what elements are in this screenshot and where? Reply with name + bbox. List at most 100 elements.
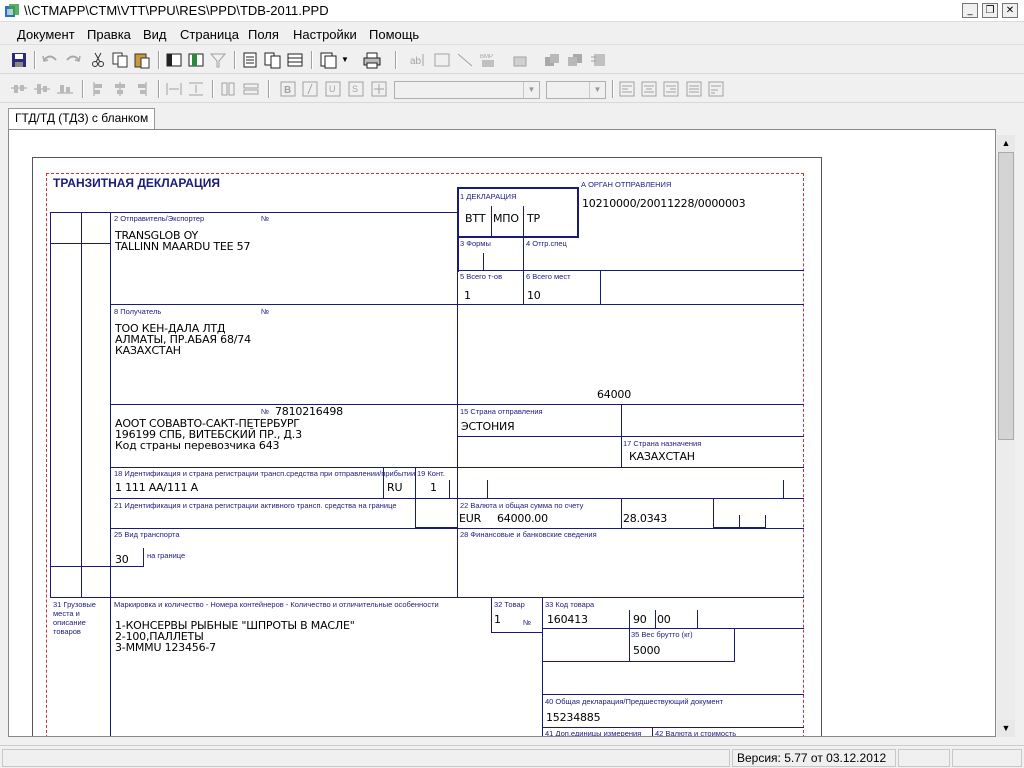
sender-line-2[interactable]: TALLINN MAARDU TEE 57 bbox=[115, 241, 250, 252]
text-align-center-icon[interactable] bbox=[639, 80, 659, 98]
tab-gtd[interactable]: ГТД/ТД (ТДЗ) с бланком bbox=[8, 108, 156, 129]
scroll-up-icon[interactable]: ▲ bbox=[997, 135, 1015, 152]
line-icon[interactable] bbox=[455, 51, 475, 69]
form-title: ТРАНЗИТНАЯ ДЕКЛАРАЦИЯ bbox=[53, 176, 220, 190]
item32-value[interactable]: 1 bbox=[494, 614, 501, 625]
minimize-button[interactable]: _ bbox=[962, 3, 978, 18]
label-items: 5 Всего т-ов bbox=[460, 272, 503, 281]
pages-icon[interactable] bbox=[262, 51, 282, 69]
gross-value[interactable]: 5000 bbox=[633, 645, 660, 656]
document-icon[interactable] bbox=[318, 51, 338, 69]
same-height-icon[interactable] bbox=[218, 80, 238, 98]
status-panel-end bbox=[952, 749, 1022, 767]
frame-icon[interactable] bbox=[369, 80, 389, 98]
restore-button[interactable]: ❐ bbox=[982, 3, 998, 18]
vehicle-value[interactable]: 1 111 АА/111 А bbox=[115, 482, 198, 493]
code-part-2[interactable]: 90 bbox=[633, 614, 647, 625]
align-left-icon[interactable] bbox=[88, 80, 108, 98]
scroll-down-icon[interactable]: ▼ bbox=[997, 720, 1015, 737]
underline-icon[interactable]: U bbox=[323, 80, 343, 98]
chevron-down-icon[interactable]: ▼ bbox=[341, 55, 349, 64]
amount-value[interactable]: 64000 bbox=[597, 389, 631, 400]
paste-icon[interactable] bbox=[132, 51, 152, 69]
page-icon[interactable] bbox=[240, 51, 260, 69]
dest-country-value[interactable]: КАЗАХСТАН bbox=[629, 451, 695, 462]
prev-doc-value[interactable]: 15234885 bbox=[546, 712, 601, 723]
strike-icon[interactable]: S bbox=[346, 80, 366, 98]
transport-value[interactable]: 30 bbox=[115, 554, 129, 565]
text-align-left-icon[interactable] bbox=[617, 80, 637, 98]
dep-country-value[interactable]: ЭСТОНИЯ bbox=[461, 421, 515, 432]
layers-icon[interactable] bbox=[588, 51, 608, 69]
filter-icon[interactable] bbox=[208, 51, 228, 69]
close-button[interactable]: ✕ bbox=[1002, 3, 1018, 18]
redo-icon[interactable] bbox=[63, 51, 83, 69]
table-icon[interactable] bbox=[285, 51, 305, 69]
cont-value[interactable]: 1 bbox=[430, 482, 437, 493]
cut-icon[interactable] bbox=[88, 51, 108, 69]
receiver-line-3[interactable]: КАЗАХСТАН bbox=[115, 345, 181, 356]
label-cost42: 42 Валюта и стоимость bbox=[655, 729, 737, 737]
align-right-icon[interactable] bbox=[132, 80, 152, 98]
title-bar: \\CTMAPP\CTM\VTT\PPU\RES\PPD\TDB-2011.PP… bbox=[0, 0, 1024, 22]
align-center-icon[interactable] bbox=[110, 80, 130, 98]
rate-value[interactable]: 28.0343 bbox=[623, 513, 667, 524]
decl-type-2[interactable]: МПО bbox=[493, 213, 519, 224]
bring-front-icon[interactable] bbox=[542, 51, 562, 69]
font-name-select[interactable]: ▼ bbox=[394, 81, 540, 99]
rectangle-icon[interactable] bbox=[432, 51, 452, 69]
menu-edit[interactable]: Правка bbox=[87, 27, 131, 42]
code-part-1[interactable]: 160413 bbox=[547, 614, 588, 625]
items-value[interactable]: 1 bbox=[464, 290, 471, 301]
label-currency: 22 Валюта и общая сумма по счету bbox=[460, 501, 584, 510]
align-middle-icon[interactable] bbox=[32, 80, 52, 98]
bitmap-icon[interactable]: BMP bbox=[478, 51, 498, 69]
print-icon[interactable] bbox=[362, 51, 382, 69]
font-size-select[interactable]: ▼ bbox=[546, 81, 606, 99]
space-horizontal-icon[interactable] bbox=[164, 80, 184, 98]
goods-line-3[interactable]: 3-MMMU 123456-7 bbox=[115, 642, 216, 653]
vehicle-country[interactable]: RU bbox=[387, 482, 403, 493]
carrier-no[interactable]: 7810216498 bbox=[275, 406, 343, 417]
text-wrap-icon[interactable] bbox=[706, 80, 726, 98]
layout-green-icon[interactable] bbox=[186, 51, 206, 69]
italic-icon[interactable] bbox=[300, 80, 320, 98]
menu-view[interactable]: Вид bbox=[143, 27, 167, 42]
label-organ: А ОРГАН ОТПРАВЛЕНИЯ bbox=[581, 180, 672, 189]
vertical-scrollbar[interactable]: ▲ ▼ bbox=[997, 135, 1015, 737]
space-vertical-icon[interactable] bbox=[186, 80, 206, 98]
layout-left-icon[interactable] bbox=[164, 51, 184, 69]
bold-icon[interactable]: B bbox=[278, 80, 298, 98]
decl-type-1[interactable]: ВТТ bbox=[465, 213, 486, 224]
menu-page[interactable]: Страница bbox=[180, 27, 239, 42]
svg-text:ab: ab bbox=[410, 56, 422, 67]
align-top-icon[interactable] bbox=[9, 80, 29, 98]
scroll-thumb[interactable] bbox=[998, 152, 1014, 440]
text-justify-icon[interactable] bbox=[684, 80, 704, 98]
save-icon[interactable] bbox=[9, 51, 29, 69]
places-value[interactable]: 10 bbox=[527, 290, 541, 301]
undo-icon[interactable] bbox=[40, 51, 60, 69]
text-field-icon[interactable]: ab bbox=[408, 51, 428, 69]
copy-icon[interactable] bbox=[110, 51, 130, 69]
sum-value[interactable]: 64000.00 bbox=[497, 513, 548, 524]
menu-document[interactable]: Документ bbox=[17, 27, 75, 42]
decl-type-3[interactable]: ТР bbox=[527, 213, 540, 224]
carrier-line-3[interactable]: Код страны перевозчика 643 bbox=[115, 440, 279, 451]
same-width-icon[interactable] bbox=[241, 80, 261, 98]
format-toolbar: B U S ▼ ▼ bbox=[0, 76, 1024, 103]
label-prev40: 40 Общая декларация/Предшествующий докум… bbox=[545, 697, 724, 706]
object-icon[interactable] bbox=[510, 51, 530, 69]
menu-settings[interactable]: Настройки bbox=[293, 27, 357, 42]
send-back-icon[interactable] bbox=[565, 51, 585, 69]
currency-value[interactable]: EUR bbox=[459, 513, 481, 524]
code-part-3[interactable]: 00 bbox=[657, 614, 671, 625]
menu-help[interactable]: Помощь bbox=[369, 27, 419, 42]
svg-text:U: U bbox=[329, 84, 336, 94]
document-canvas: ТРАНЗИТНАЯ ДЕКЛАРАЦИЯ 1 ДЕКЛАРАЦИЯ А ОРГ… bbox=[8, 129, 996, 737]
label-item32: 32 Товар bbox=[494, 600, 525, 609]
organ-value[interactable]: 10210000/20011228/0000003 bbox=[582, 198, 746, 209]
text-align-right-icon[interactable] bbox=[661, 80, 681, 98]
menu-fields[interactable]: Поля bbox=[248, 27, 279, 42]
align-bottom-icon[interactable] bbox=[55, 80, 75, 98]
